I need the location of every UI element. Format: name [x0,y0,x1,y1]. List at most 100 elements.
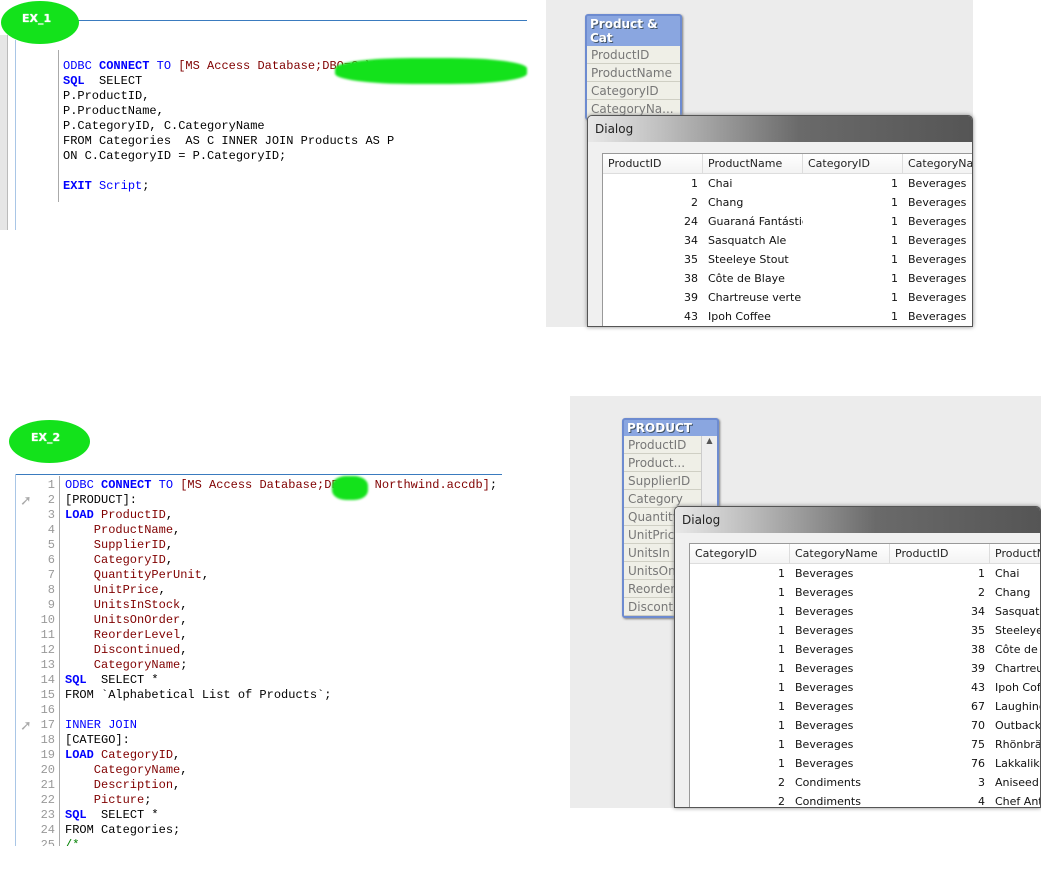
line-number: 13 [40,658,55,672]
table-row[interactable]: 2 Condiments 4 Chef Anto [690,792,1040,808]
line-number: 3 [47,508,55,522]
code-token: ; [489,478,498,492]
table-cell: Beverages [908,177,967,190]
code-token: Discontinued [65,643,181,657]
code-line: FROM Categories; [65,823,497,838]
code-line: UnitsOnOrder, [65,613,497,628]
table-field[interactable]: ProductID [587,46,680,64]
table-cell: 1 [891,196,898,209]
table-row[interactable]: 1 Beverages 70 Outback L [690,716,1041,735]
code-token: ON C.CategoryID = P.CategoryID; [63,149,287,163]
table-cell: 38 [684,272,698,285]
table-row[interactable]: 1 Beverages 75 Rhönbräu [690,735,1040,754]
table-field[interactable]: ProductName [587,64,680,82]
table-cell: Laughing L [995,700,1041,713]
table-row[interactable]: 1 Beverages 38 Côte de B [690,640,1040,659]
ex1-script-editor[interactable]: ODBC CONNECT TO [MS Access Database;DBQ=… [63,59,394,194]
table-field[interactable]: CategoryID [587,82,680,100]
table-cell: 34 [971,605,985,618]
table-row[interactable]: 1 Beverages 35 Steeleye S [690,621,1040,640]
table-cell: 1 [891,253,898,266]
table-row[interactable]: 34 Sasquatch Ale 1 Beverages [603,231,972,250]
code-line: ODBC CONNECT TO [MS Access Database;DB N… [65,478,497,493]
line-number: 8 [47,583,55,597]
code-line: CategoryName; [65,658,497,673]
line-number: 4 [47,523,55,537]
ex1-result-grid[interactable]: ProductID ProductName CategoryID CategoryNa… [602,153,972,326]
table-row[interactable]: 38 Côte de Blaye 1 Beverages [603,269,972,288]
code-token: , [180,598,188,612]
column-header[interactable]: ProductID [890,544,990,563]
table-cell: 70 [971,719,985,732]
code-token: INNER JOIN [65,718,138,732]
table-row[interactable]: 1 Beverages 76 Lakkalikö [690,754,1040,773]
table-row[interactable]: 1 Beverages 67 Laughing L [690,697,1041,716]
table-cell: 38 [971,643,985,656]
column-header[interactable]: CategoryID [803,154,903,173]
code-token: UnitsOnOrder [65,613,181,627]
column-header[interactable]: CategoryNam [903,154,972,173]
table-field[interactable]: SupplierID [624,472,701,490]
table-cell: 1 [778,662,785,675]
table-cell: Outback L [995,719,1041,732]
table-box-title: PRODUCT [627,421,692,435]
table-cell: 4 [978,795,985,808]
table-cell: Beverages [908,234,967,247]
code-token: FROM Categories AS C INNER JOIN Products… [63,134,395,148]
table-cell: 2 [691,196,698,209]
table-row[interactable]: 24 Guaraná Fantástica 1 Beverages [603,212,972,231]
column-header[interactable]: CategoryName [790,544,890,563]
ex1-table-box[interactable]: Product & Cat ProductID ProductName Catego… [585,14,682,120]
table-row[interactable]: 1 Beverages 39 Chartreus [690,659,1040,678]
table-row[interactable]: 39 Chartreuse verte 1 Beverages [603,288,972,307]
table-row[interactable]: 1 Beverages 2 Chang [690,583,1040,602]
code-line: CategoryID, [65,553,497,568]
table-cell: Condiments [795,776,861,789]
table-row[interactable]: 1 Beverages 43 Ipoh Coffe [690,678,1040,697]
table-row[interactable]: 2 Chang 1 Beverages [603,193,972,212]
column-header[interactable]: ProductID [603,154,703,173]
code-token: CategoryID [101,748,174,762]
column-header[interactable]: CategoryID [690,544,790,563]
table-cell: Chang [708,196,744,209]
table-field[interactable]: ProductID [624,436,701,454]
code-line: LOAD CategoryID, [65,748,497,763]
table-box-title: Product & Cat [590,17,658,45]
scroll-up-icon[interactable]: ▲ [706,436,712,445]
table-cell: Beverages [795,586,854,599]
table-cell: 2 [778,795,785,808]
table-cell: Beverages [795,681,854,694]
code-line: FROM Categories AS C INNER JOIN Products… [63,134,394,149]
table-cell: 1 [778,624,785,637]
code-token: ; [144,793,152,807]
table-cell: 1 [778,757,785,770]
code-token: SQL [65,673,87,687]
table-row[interactable]: 1 Beverages 34 Sasquatch [690,602,1040,621]
table-row[interactable]: 43 Ipoh Coffee 1 Beverages [603,307,972,326]
ex2-script-editor[interactable]: 1 2 3 4 5 6 7 8 9 10 11 12 13 14 15 16 17 18 19 20 21 22 23 24 2… [15,478,505,846]
table-cell: Beverages [795,719,854,732]
table-row[interactable]: 35 Steeleye Stout 1 Beverages [603,250,972,269]
code-token: ODBC [63,59,100,73]
table-cell: 1 [778,567,785,580]
table-field[interactable]: Product... [624,454,701,472]
ex2-result-grid[interactable]: CategoryIDCategoryNameProductIDProductNa… [689,543,1041,808]
code-line: [CATEGO]: [65,733,497,748]
table-cell: 1 [778,586,785,599]
code-token: ; [180,658,188,672]
table-cell: Chai [708,177,733,190]
column-header[interactable]: ProductNa [990,544,1040,563]
table-row[interactable]: 1 Chai 1 Beverages [603,174,972,193]
code-token: CONNECT [99,59,157,73]
code-token: CategoryName [65,763,181,777]
code-line: SupplierID, [65,538,497,553]
table-cell: 1 [778,681,785,694]
table-row[interactable]: 1 Beverages 1 Chai [690,564,1040,583]
table-cell: 76 [971,757,985,770]
column-header[interactable]: ProductName [703,154,803,173]
table-row[interactable]: 2 Condiments 3 Aniseed S [690,773,1040,792]
table-cell: Ipoh Coffee [708,310,771,323]
table-cell: 1 [778,700,785,713]
